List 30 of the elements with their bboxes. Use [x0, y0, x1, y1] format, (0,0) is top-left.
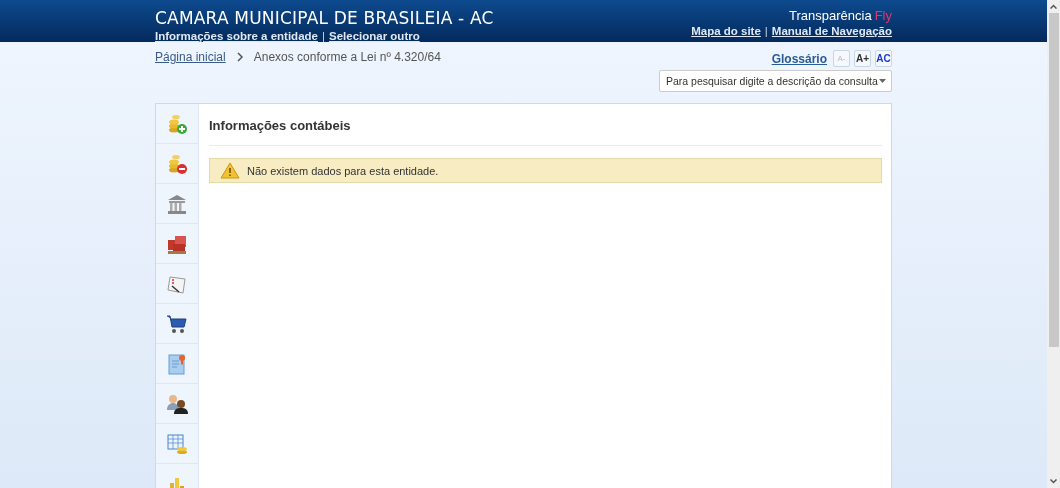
header-link[interactable]: Mapa do site	[691, 25, 761, 37]
search-field[interactable]: Para pesquisar digite a descrição da consulta	[659, 70, 892, 92]
brand-name: Transparência	[789, 8, 872, 23]
caret-icon	[879, 79, 886, 83]
certificate-icon[interactable]	[166, 352, 188, 375]
warning-icon	[220, 162, 240, 179]
scroll-down-icon[interactable]	[1050, 479, 1057, 484]
header-link[interactable]: Selecionar outro	[328, 30, 420, 42]
separator: |	[321, 30, 325, 42]
scroll-up-icon[interactable]	[1050, 4, 1057, 9]
scrollbar[interactable]	[1047, 0, 1060, 488]
cart-icon[interactable]	[166, 312, 188, 335]
breadcrumb-current: Anexos conforme a Lei nº 4.320/64	[253, 50, 441, 64]
bank-icon[interactable]	[166, 192, 188, 215]
people-icon[interactable]	[166, 392, 188, 415]
header-link[interactable]: Informações sobre a entidade	[155, 30, 318, 42]
separator: |	[764, 25, 768, 37]
brand-accent: Fly	[874, 8, 892, 23]
breadcrumb-link[interactable]: Página inicial	[155, 50, 226, 64]
entity-title: CAMARA MUNICIPAL DE BRASILEIA - AC	[155, 8, 494, 28]
font-size-button[interactable]: AC	[875, 50, 892, 67]
header-link[interactable]: Manual de Navegação	[771, 25, 892, 37]
scroll-thumb[interactable]	[1048, 13, 1059, 347]
coins-remove-icon[interactable]	[166, 152, 188, 175]
coins-add-icon[interactable]	[166, 112, 188, 135]
chevron-icon	[235, 52, 244, 62]
font-size-button[interactable]: A+	[854, 50, 871, 67]
alert-message: Não existem dados para esta entidade.	[247, 164, 439, 177]
section-title: Informações contábeis	[209, 104, 882, 146]
glossary-link[interactable]: Glossário	[771, 51, 827, 66]
